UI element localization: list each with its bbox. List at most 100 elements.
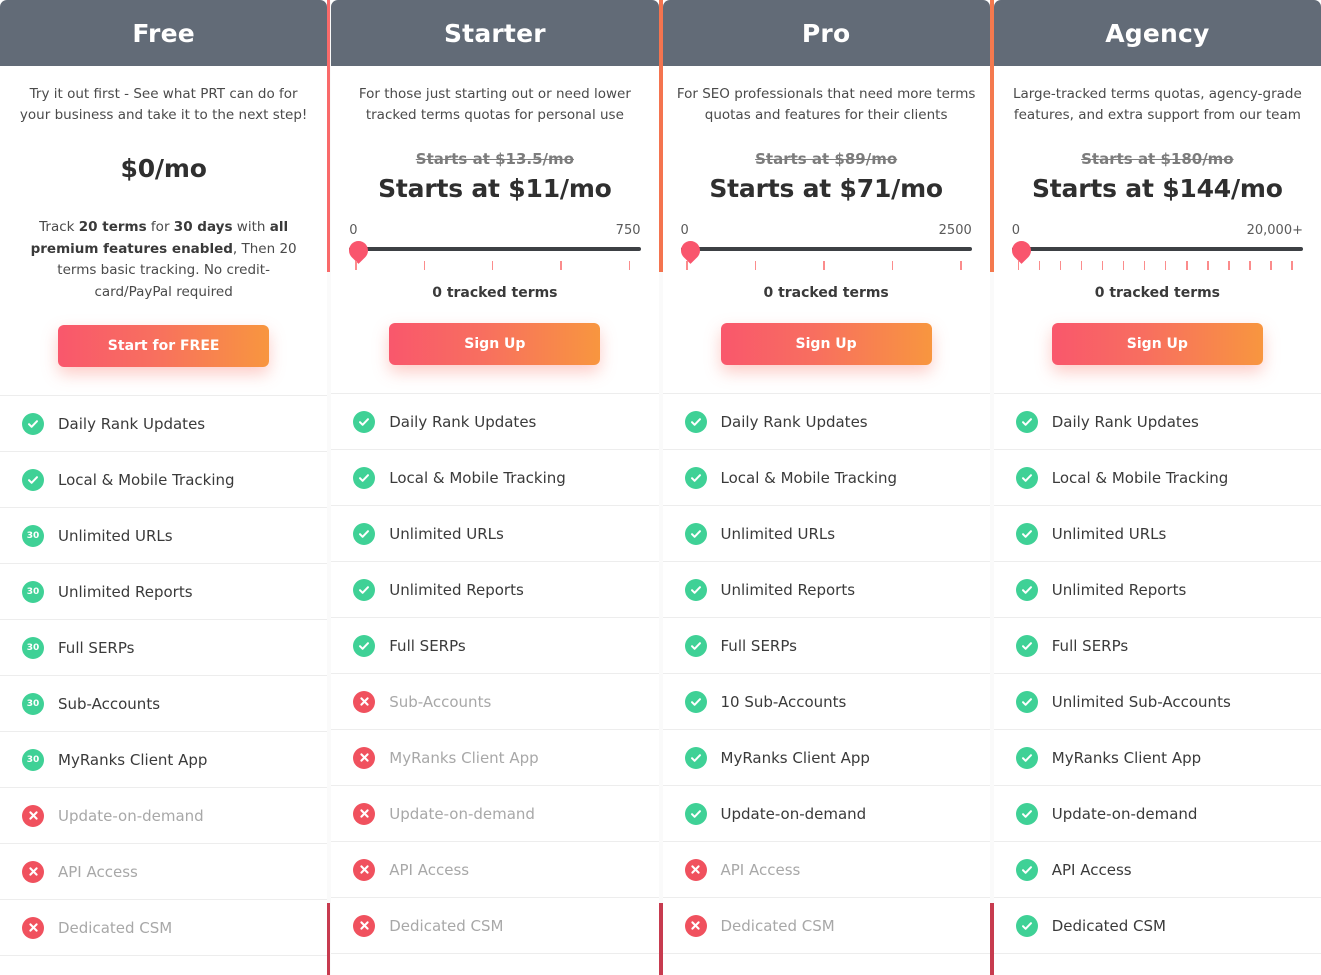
feature-label: Full SERPs [58, 639, 134, 657]
terms-slider[interactable]: 0750 [345, 223, 644, 271]
cross-icon [685, 915, 707, 937]
slider-tick [1270, 261, 1272, 270]
slider-tick [1123, 261, 1125, 270]
feature-row: API Access [663, 842, 990, 898]
feature-label: Unlimited Reports [721, 581, 856, 599]
slider-track-area[interactable] [349, 241, 640, 257]
cross-icon [353, 691, 375, 713]
feature-label: Unlimited Reports [389, 581, 524, 599]
signup-button-agency[interactable]: Sign Up [1052, 323, 1263, 365]
check-icon [685, 523, 707, 545]
feature-label: 10 Sub-Accounts [721, 693, 847, 711]
days-badge-icon: 30 [22, 637, 44, 659]
check-icon [685, 691, 707, 713]
check-icon [22, 469, 44, 491]
feature-row: Unlimited Reports [331, 562, 658, 618]
plan-column-pro: Pro For SEO professionals that need more … [663, 0, 990, 975]
cta-zone: Sign Up [994, 301, 1321, 393]
cross-icon [353, 747, 375, 769]
signup-button-pro[interactable]: Sign Up [721, 323, 932, 365]
cross-icon [22, 805, 44, 827]
feature-label: MyRanks Client App [58, 751, 207, 769]
feature-row: Unlimited URLs [663, 506, 990, 562]
feature-row: Daily Rank Updates [331, 394, 658, 450]
terms-slider[interactable]: 02500 [677, 223, 976, 271]
plan-header-starter: Starter [331, 0, 658, 66]
slider-tick [1207, 261, 1209, 270]
feature-label: Daily Rank Updates [389, 413, 536, 431]
days-badge-icon: 30 [22, 525, 44, 547]
check-icon [685, 747, 707, 769]
feature-label: API Access [721, 861, 801, 879]
slider-tick [560, 261, 562, 270]
feature-label: Sub-Accounts [389, 693, 491, 711]
feature-row: Daily Rank Updates [0, 396, 327, 452]
plan-tagline: Try it out first - See what PRT can do f… [14, 84, 313, 128]
plan-price: Starts at $144/mo [1008, 174, 1307, 203]
feature-label: Dedicated CSM [1052, 917, 1166, 935]
slider-tick [424, 261, 426, 270]
feature-row: Daily Rank Updates [663, 394, 990, 450]
feature-label: Unlimited Reports [58, 583, 193, 601]
feature-row: Full SERPs [663, 618, 990, 674]
feature-label: Full SERPs [721, 637, 797, 655]
check-icon [1016, 523, 1038, 545]
feature-label: Sub-Accounts [58, 695, 160, 713]
feature-label: API Access [58, 863, 138, 881]
feature-label: Unlimited URLs [58, 527, 173, 545]
slider-tick [960, 261, 962, 270]
slider-tick-marks [349, 259, 640, 271]
cross-icon [22, 861, 44, 883]
terms-slider[interactable]: 020,000+ [1008, 223, 1307, 271]
plan-title: Free [132, 19, 195, 48]
slider-tick [492, 261, 494, 270]
feature-label: Update-on-demand [1052, 805, 1198, 823]
feature-label: MyRanks Client App [1052, 749, 1201, 767]
signup-button-free[interactable]: Start for FREE [58, 325, 269, 367]
plan-title: Pro [802, 19, 850, 48]
plan-price: Starts at $11/mo [345, 174, 644, 203]
feature-row: Local & Mobile Tracking [331, 450, 658, 506]
tracked-terms-count: 0 tracked terms [1008, 285, 1307, 301]
slider-track[interactable] [681, 247, 972, 251]
plan-top-section: For SEO professionals that need more ter… [663, 66, 990, 301]
feature-label: Dedicated CSM [58, 919, 172, 937]
plan-header-free: Free [0, 0, 327, 66]
plan-original-price: Starts at $13.5/mo [345, 150, 644, 170]
feature-label: Unlimited URLs [389, 525, 504, 543]
days-badge-icon: 30 [22, 581, 44, 603]
plan-trial-note: Track 20 terms for 30 days with all prem… [14, 217, 313, 303]
slider-tick [1018, 261, 1020, 270]
slider-tick [629, 261, 631, 270]
check-icon [1016, 803, 1038, 825]
slider-tick [1060, 261, 1062, 270]
feature-label: Unlimited URLs [721, 525, 836, 543]
plan-tagline: Large-tracked terms quotas, agency-grade… [1008, 84, 1307, 128]
slider-tick [1186, 261, 1188, 270]
feature-row: Unlimited Sub-Accounts [994, 674, 1321, 730]
plan-tagline: For those just starting out or need lowe… [345, 84, 644, 128]
plan-header-agency: Agency [994, 0, 1321, 66]
slider-track[interactable] [349, 247, 640, 251]
feature-row: API Access [0, 844, 327, 900]
feature-row: 10 Sub-Accounts [663, 674, 990, 730]
slider-track-area[interactable] [1012, 241, 1303, 257]
signup-button-starter[interactable]: Sign Up [389, 323, 600, 365]
cross-icon [685, 859, 707, 881]
feature-label: Dedicated CSM [389, 917, 503, 935]
pricing-table: Free Try it out first - See what PRT can … [0, 0, 1321, 975]
feature-row: Unlimited Reports [994, 562, 1321, 618]
plan-header-pro: Pro [663, 0, 990, 66]
check-icon [1016, 635, 1038, 657]
feature-list: Daily Rank Updates Local & Mobile Trackin… [331, 393, 658, 954]
plan-price: $0/mo [14, 154, 313, 183]
cross-icon [353, 803, 375, 825]
feature-label: Full SERPs [1052, 637, 1128, 655]
check-icon [685, 635, 707, 657]
check-icon [1016, 411, 1038, 433]
slider-track[interactable] [1012, 247, 1303, 251]
slider-tick [1144, 261, 1146, 270]
slider-track-area[interactable] [681, 241, 972, 257]
feature-label: MyRanks Client App [389, 749, 538, 767]
feature-row: Dedicated CSM [994, 898, 1321, 954]
